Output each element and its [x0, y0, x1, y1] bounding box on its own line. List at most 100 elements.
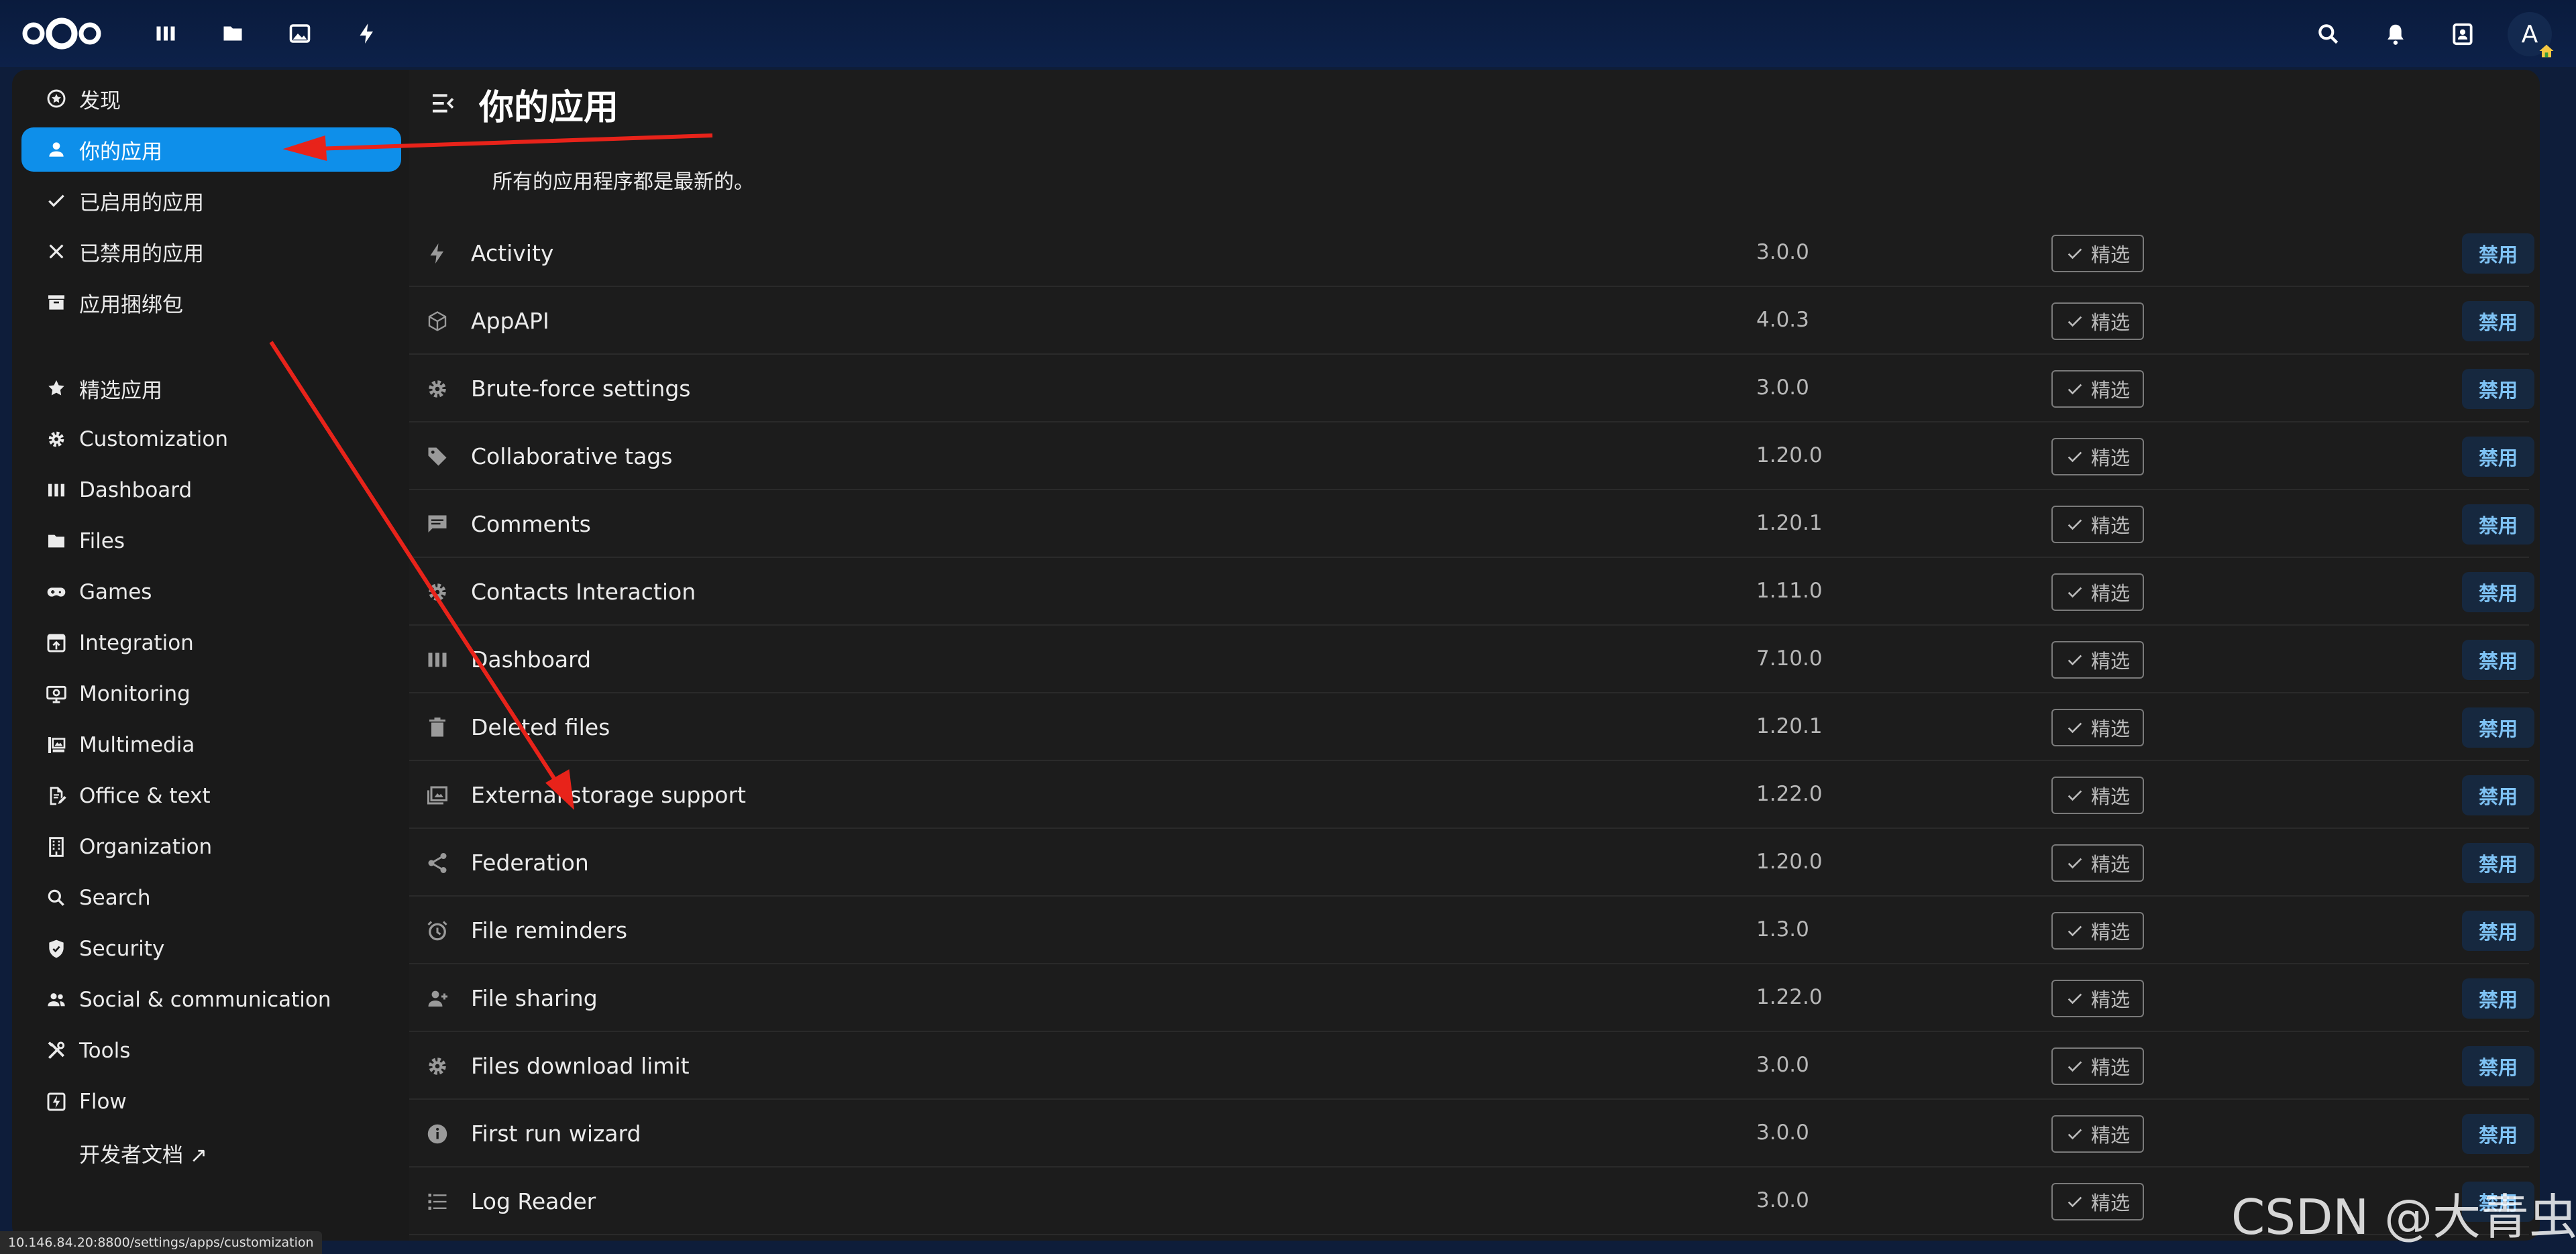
- nav-category-flow[interactable]: Flow: [21, 1080, 413, 1124]
- nav-category-monitoring[interactable]: Monitoring: [21, 672, 413, 716]
- app-row[interactable]: Brute-force settings 3.0.0 精选 禁用: [409, 355, 2534, 422]
- header-right: A: [2306, 12, 2554, 58]
- nav-category-office[interactable]: Office & text: [21, 774, 413, 818]
- nav-category-multimedia[interactable]: Multimedia: [21, 723, 413, 767]
- app-name[interactable]: File reminders: [471, 917, 627, 944]
- app-name[interactable]: File sharing: [471, 985, 598, 1011]
- app-row[interactable]: Deleted files 1.20.1 精选 禁用: [409, 694, 2534, 761]
- developer-docs-link[interactable]: 开发者文档 ↗: [21, 1131, 413, 1175]
- disable-app-button[interactable]: 禁用: [2462, 775, 2534, 815]
- nav-label: 开发者文档 ↗: [79, 1143, 207, 1167]
- nav-category-featured[interactable]: 精选应用: [21, 366, 413, 410]
- app-version: 1.20.0: [1756, 850, 1823, 874]
- user-avatar[interactable]: A: [2508, 12, 2554, 58]
- app-name[interactable]: Comments: [471, 511, 591, 537]
- app-row[interactable]: Log Reader 3.0.0 精选 禁用: [409, 1168, 2534, 1235]
- nav-label: 你的应用: [79, 139, 162, 164]
- app-name[interactable]: Activity: [471, 240, 553, 266]
- nav-label: Flow: [79, 1090, 127, 1114]
- disable-app-button[interactable]: 禁用: [2462, 572, 2534, 612]
- app-name[interactable]: External storage support: [471, 782, 746, 808]
- nav-category-customization[interactable]: Customization: [21, 417, 413, 461]
- nextcloud-logo[interactable]: [19, 16, 105, 51]
- tag-icon: [424, 443, 451, 470]
- disable-app-button[interactable]: 禁用: [2462, 301, 2534, 341]
- nav-category-files[interactable]: Files: [21, 519, 413, 563]
- gear-icon: [424, 579, 451, 606]
- nav-category-organization[interactable]: Organization: [21, 825, 413, 869]
- featured-badge: 精选: [2051, 235, 2144, 272]
- app-row[interactable]: AppAPI 4.0.3 精选 禁用: [409, 288, 2534, 355]
- building-icon: [44, 835, 68, 859]
- app-row[interactable]: Contacts Interaction 1.11.0 精选 禁用: [409, 559, 2534, 626]
- search-icon: [2318, 24, 2339, 44]
- folder-icon: [44, 529, 68, 553]
- disable-app-button[interactable]: 禁用: [2462, 437, 2534, 477]
- contacts-menu-button[interactable]: [2440, 12, 2485, 56]
- app-name[interactable]: Dashboard: [471, 646, 591, 673]
- featured-label: 精选: [2090, 379, 2130, 402]
- featured-label: 精选: [2090, 921, 2130, 944]
- nav-label: Multimedia: [79, 733, 195, 757]
- disable-app-button[interactable]: 禁用: [2462, 843, 2534, 883]
- nav-category-games[interactable]: Games: [21, 570, 413, 614]
- nav-category-tools[interactable]: Tools: [21, 1029, 413, 1073]
- navigation-toggle-icon[interactable]: [429, 90, 456, 117]
- nav-discover[interactable]: 发现: [21, 76, 413, 121]
- featured-badge: 精选: [2051, 912, 2144, 950]
- nav-category-search[interactable]: Search: [21, 876, 413, 920]
- disable-app-button[interactable]: 禁用: [2462, 504, 2534, 545]
- app-name[interactable]: Log Reader: [471, 1188, 596, 1214]
- tools-icon: [44, 1039, 68, 1063]
- nav-your-apps[interactable]: 你的应用: [21, 127, 401, 172]
- nav-category-social[interactable]: Social & communication: [21, 978, 413, 1022]
- check-icon: [2068, 790, 2082, 801]
- app-row[interactable]: External storage support 1.22.0 精选 禁用: [409, 762, 2534, 829]
- star-icon: [44, 376, 68, 400]
- app-version: 7.10.0: [1756, 646, 1823, 671]
- unified-search-button[interactable]: [2306, 12, 2351, 56]
- app-row[interactable]: Comments 1.20.1 精选 禁用: [409, 491, 2534, 558]
- disable-app-button[interactable]: 禁用: [2462, 707, 2534, 748]
- files-app-link[interactable]: [207, 15, 259, 52]
- nav-app-bundles[interactable]: 应用捆绑包: [21, 280, 413, 325]
- disable-app-button[interactable]: 禁用: [2462, 1046, 2534, 1086]
- app-row[interactable]: Collaborative tags 1.20.0 精选 禁用: [409, 423, 2534, 490]
- app-name[interactable]: Deleted files: [471, 714, 610, 740]
- disable-app-button[interactable]: 禁用: [2462, 640, 2534, 680]
- app-name[interactable]: First run wizard: [471, 1121, 641, 1147]
- gear-icon: [424, 1053, 451, 1080]
- disable-app-button[interactable]: 禁用: [2462, 369, 2534, 409]
- disable-app-button[interactable]: 禁用: [2462, 1114, 2534, 1154]
- app-name[interactable]: Contacts Interaction: [471, 579, 696, 605]
- activity-app-link[interactable]: [341, 15, 393, 52]
- disable-app-button[interactable]: 禁用: [2462, 978, 2534, 1019]
- app-name[interactable]: Brute-force settings: [471, 376, 690, 402]
- app-row[interactable]: First run wizard 3.0.0 精选 禁用: [409, 1100, 2534, 1167]
- featured-label: 精选: [2090, 1056, 2130, 1079]
- app-row[interactable]: Dashboard 7.10.0 精选 禁用: [409, 626, 2534, 693]
- app-name[interactable]: AppAPI: [471, 308, 549, 334]
- app-name[interactable]: Collaborative tags: [471, 443, 672, 469]
- nav-label: 已启用的应用: [79, 190, 204, 215]
- disable-app-button[interactable]: 禁用: [2462, 911, 2534, 951]
- nav-category-security[interactable]: Security: [21, 927, 413, 971]
- app-name[interactable]: Federation: [471, 850, 589, 876]
- app-row[interactable]: Activity 3.0.0 精选 禁用: [409, 220, 2534, 287]
- disable-app-button[interactable]: 禁用: [2462, 233, 2534, 274]
- app-row[interactable]: Files download limit 3.0.0 精选 禁用: [409, 1033, 2534, 1100]
- app-navigation: 发现 你的应用 已启用的应用 已禁用的应用 应用捆绑包 精选应用 Customi…: [12, 70, 409, 1241]
- notifications-button[interactable]: [2373, 12, 2418, 56]
- nav-enabled-apps[interactable]: 已启用的应用: [21, 178, 413, 223]
- app-row[interactable]: Federation 1.20.0 精选 禁用: [409, 830, 2534, 897]
- app-name[interactable]: Files download limit: [471, 1053, 690, 1079]
- nav-disabled-apps[interactable]: 已禁用的应用: [21, 229, 413, 274]
- app-version: 1.20.0: [1756, 443, 1823, 467]
- nav-category-dashboard[interactable]: Dashboard: [21, 468, 413, 512]
- dashboard-app-link[interactable]: [140, 15, 192, 52]
- nav-category-integration[interactable]: Integration: [21, 621, 413, 665]
- app-row[interactable]: File sharing 1.22.0 精选 禁用: [409, 965, 2534, 1032]
- featured-label: 精选: [2090, 853, 2130, 876]
- app-row[interactable]: File reminders 1.3.0 精选 禁用: [409, 897, 2534, 964]
- photos-app-link[interactable]: [274, 15, 326, 52]
